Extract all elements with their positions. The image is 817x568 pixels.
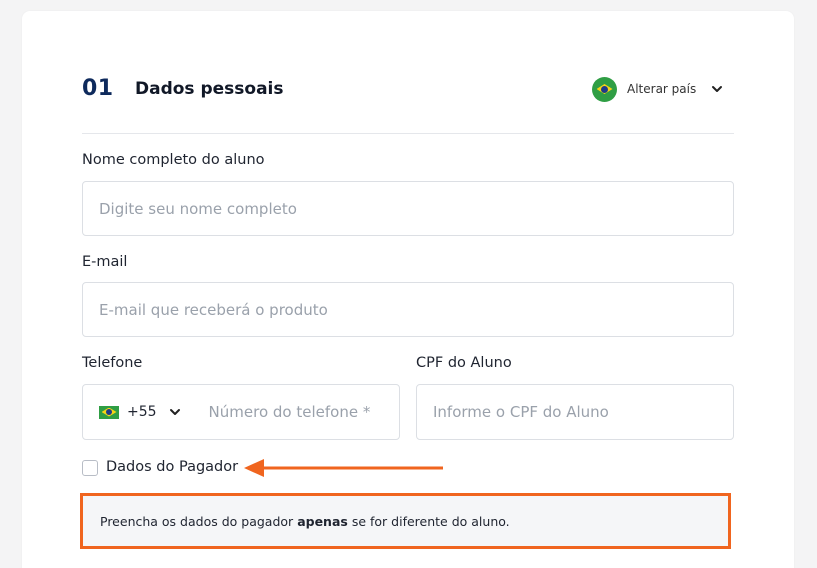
phone-input[interactable] (208, 403, 399, 421)
chevron-down-icon (712, 86, 723, 92)
note-prefix: Preencha os dados do pagador (100, 513, 294, 529)
note-emphasis: apenas (297, 513, 348, 529)
phone-field[interactable]: +55 (82, 384, 400, 440)
country-code: +55 (127, 404, 157, 420)
brazil-flag-icon (592, 76, 617, 102)
payer-note: Preencha os dados do pagador apenas se f… (80, 493, 731, 549)
phone-label: Telefone (82, 355, 143, 371)
email-label: E-mail (82, 254, 128, 270)
section-title: Dados pessoais (135, 79, 284, 99)
email-field[interactable] (82, 282, 734, 337)
note-suffix: se for diferente do aluno. (351, 513, 510, 529)
name-label: Nome completo do aluno (82, 152, 265, 168)
step-number: 01 (82, 76, 114, 101)
brazil-flag-icon (99, 405, 119, 419)
payer-checkbox-label[interactable]: Dados do Pagador (106, 459, 238, 475)
section-divider (82, 133, 734, 134)
phone-country-code-selector[interactable]: +55 (99, 404, 181, 420)
cpf-input[interactable] (433, 403, 733, 421)
cpf-field[interactable] (416, 384, 734, 440)
change-country-label: Alterar país (627, 82, 697, 96)
change-country-button[interactable]: Alterar país (592, 76, 724, 102)
name-input[interactable] (99, 199, 733, 218)
payer-checkbox[interactable] (82, 460, 98, 476)
cpf-label: CPF do Aluno (416, 355, 512, 371)
arrow-left-icon (244, 459, 443, 477)
chevron-down-icon (169, 409, 180, 415)
name-field[interactable] (82, 181, 734, 236)
email-input[interactable] (99, 300, 733, 319)
